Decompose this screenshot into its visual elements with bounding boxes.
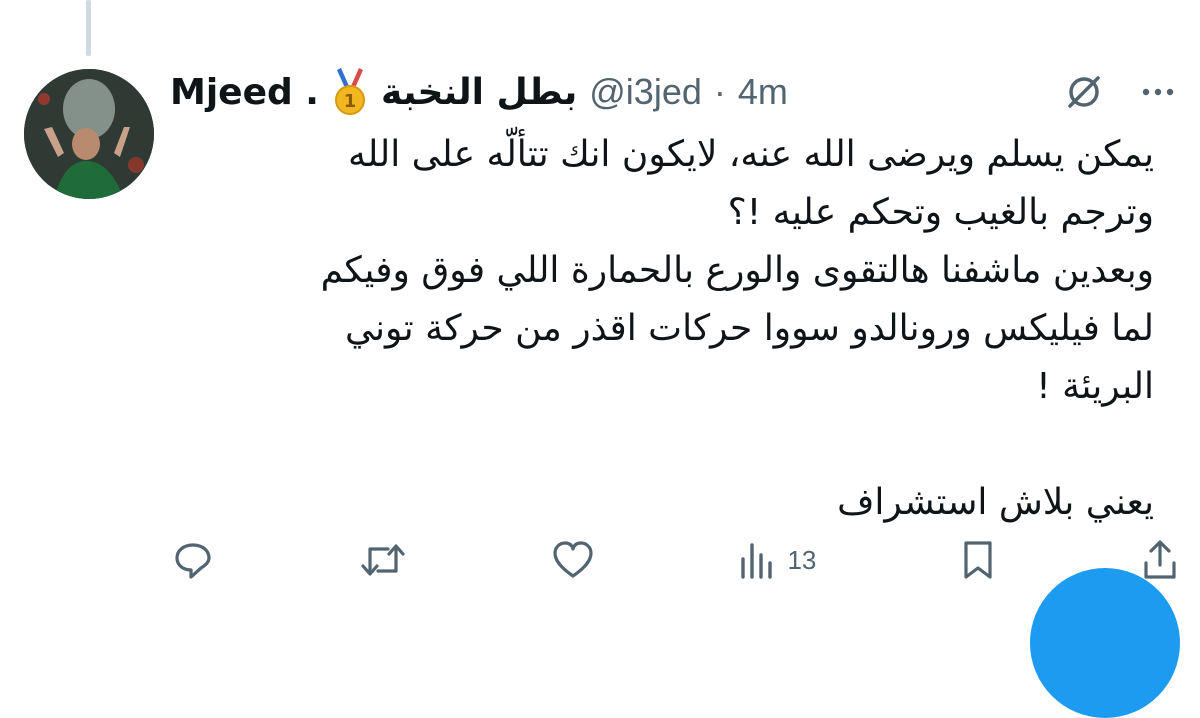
timestamp[interactable]: 4m bbox=[738, 71, 788, 113]
reply-button[interactable] bbox=[170, 537, 216, 583]
separator-dot: · bbox=[713, 71, 726, 112]
views-count: 13 bbox=[787, 544, 817, 575]
bookmark-button[interactable] bbox=[958, 537, 998, 583]
author-info[interactable]: Mjeed . 1 بطل النخبة @i3jed · 4m bbox=[170, 68, 788, 116]
bookmark-icon bbox=[958, 537, 998, 583]
grok-icon[interactable] bbox=[1062, 70, 1106, 114]
tweet-text-line: يعني بلاش استشراف bbox=[837, 482, 1154, 523]
compose-button[interactable] bbox=[1030, 568, 1180, 718]
more-icon[interactable] bbox=[1136, 70, 1180, 114]
tweet-text: يمكن يسلم ويرضى الله عنه، لايكون انك تتأ… bbox=[170, 126, 1154, 532]
avatar-image bbox=[24, 69, 154, 199]
display-name-arabic[interactable]: بطل النخبة bbox=[381, 72, 577, 113]
thread-line bbox=[86, 0, 91, 56]
views-icon bbox=[737, 537, 777, 583]
tweet-text-line: البريئة ! bbox=[1036, 366, 1154, 407]
share-icon bbox=[1140, 537, 1180, 583]
avatar[interactable] bbox=[24, 69, 154, 199]
retweet-icon bbox=[358, 537, 408, 583]
handle[interactable]: @i3jed bbox=[589, 71, 702, 113]
action-bar: 13 bbox=[170, 530, 1180, 590]
views-button[interactable]: 13 bbox=[737, 537, 816, 583]
tweet-text-line: وبعدين ماشفنا هالتقوى والورع بالحمارة ال… bbox=[320, 250, 1154, 291]
display-name[interactable]: Mjeed . bbox=[170, 72, 319, 113]
tweet-text-line: وترجم بالغيب وتحكم عليه !؟ bbox=[727, 192, 1154, 233]
svg-text:1: 1 bbox=[344, 91, 357, 112]
tweet-header: Mjeed . 1 بطل النخبة @i3jed · 4m bbox=[170, 66, 1180, 118]
like-button[interactable] bbox=[550, 537, 596, 583]
like-icon bbox=[550, 537, 596, 583]
share-button[interactable] bbox=[1140, 537, 1180, 583]
tweet-text-line: لما فيليكس ورونالدو سووا حركات اقذر من ح… bbox=[345, 308, 1154, 349]
medal-icon: 1 bbox=[331, 68, 369, 116]
reply-icon bbox=[170, 537, 216, 583]
header-actions bbox=[1062, 70, 1180, 114]
tweet-text-line: يمكن يسلم ويرضى الله عنه، لايكون انك تتأ… bbox=[348, 134, 1154, 175]
retweet-button[interactable] bbox=[358, 537, 408, 583]
